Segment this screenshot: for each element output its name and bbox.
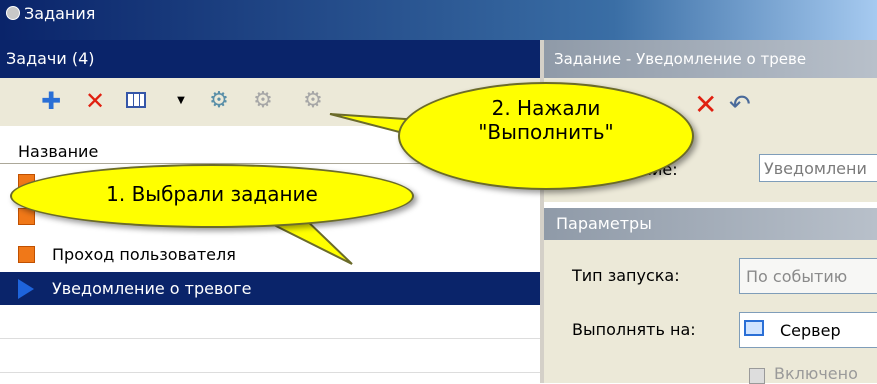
delete-task-button[interactable]: ✕ — [82, 88, 108, 114]
window-title-text: Задания — [24, 4, 96, 23]
enabled-checkbox[interactable] — [749, 368, 765, 384]
task-icon — [18, 246, 35, 263]
params-panel: Тип запуска: По событию Выполнять на: Се… — [544, 240, 877, 384]
detail-delete-button[interactable]: ✕ — [694, 88, 717, 121]
window-title: Задания — [6, 4, 95, 23]
view-grid-icon[interactable] — [126, 92, 146, 108]
chevron-down-icon[interactable]: ▼ — [168, 88, 194, 114]
disabled-gear-icon: ⚙ — [253, 88, 273, 113]
launch-type-field[interactable]: По событию — [739, 258, 877, 294]
empty-row — [0, 306, 540, 339]
app-icon — [6, 6, 20, 20]
launch-type-label: Тип запуска: — [572, 266, 680, 285]
empty-row — [0, 340, 540, 373]
monitor-icon — [744, 320, 764, 336]
task-label: Уведомление о тревоге — [52, 279, 252, 298]
task-row-3[interactable]: Проход пользователя — [0, 238, 540, 271]
enabled-label: Включено — [774, 364, 858, 383]
task-settings-gear-icon[interactable]: ⚙ — [206, 88, 232, 114]
callout-2-line-1: 2. Нажали — [491, 96, 601, 120]
callout-2-line-2: "Выполнить" — [478, 120, 614, 144]
name-field[interactable]: Уведомлени — [759, 154, 877, 182]
tasks-panel-header: Задачи (4) — [0, 40, 540, 78]
detail-panel-header: Задание - Уведомление о треве — [544, 40, 877, 78]
add-task-button[interactable]: ✚ — [38, 88, 64, 114]
params-header: Параметры — [544, 208, 877, 240]
run-task-button[interactable]: ⚙ — [300, 88, 326, 114]
callout-step-1: 1. Выбрали задание — [10, 164, 414, 228]
play-icon — [18, 279, 34, 299]
task-label: Проход пользователя — [52, 245, 236, 264]
task-row-4-selected[interactable]: Уведомление о тревоге — [0, 272, 540, 305]
callout-step-2: 2. Нажали "Выполнить" — [398, 82, 694, 190]
window-titlebar: Задания — [0, 0, 877, 40]
undo-icon[interactable]: ↶ — [729, 90, 751, 120]
run-on-label: Выполнять на: — [572, 320, 696, 339]
